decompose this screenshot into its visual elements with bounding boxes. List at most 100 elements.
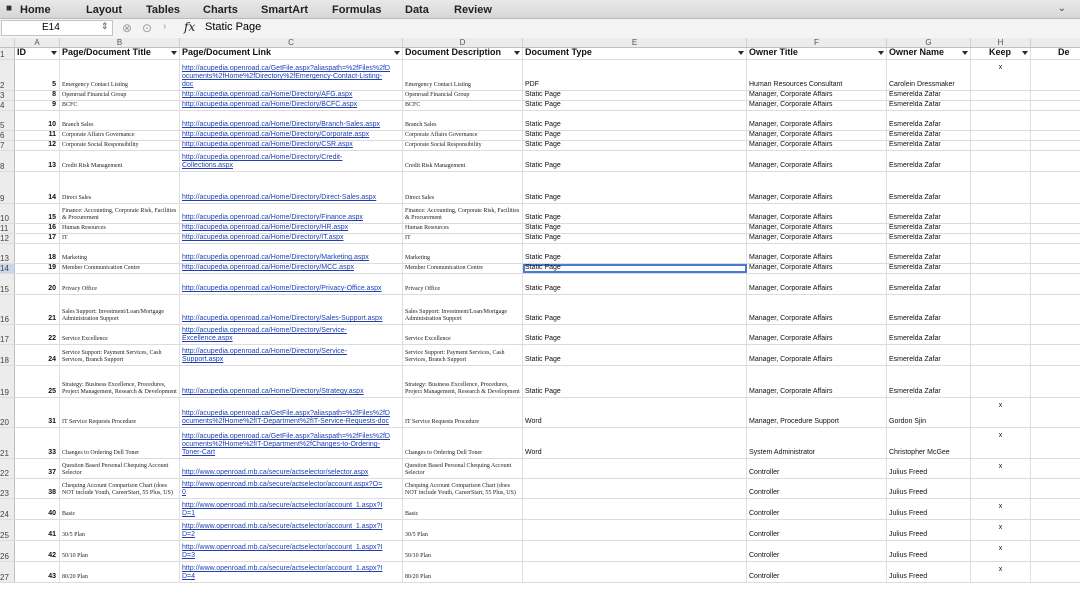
- cell-id[interactable]: 10: [15, 111, 60, 130]
- cell-owner-title[interactable]: Manager, Corporate Affairs: [747, 274, 887, 294]
- cell-description[interactable]: Changes to Ordering Dell Toner: [403, 428, 523, 458]
- cell-overflow[interactable]: [1031, 131, 1080, 140]
- row-number[interactable]: 1: [0, 48, 15, 59]
- cell-description[interactable]: Question Based Personal Chequing Account…: [403, 459, 523, 478]
- cell-owner-name[interactable]: Julius Freed: [887, 479, 971, 498]
- cell-link[interactable]: http://www.openroad.mb.ca/secure/actsele…: [180, 562, 403, 582]
- cell-owner-name[interactable]: Gordon Sjin: [887, 398, 971, 427]
- cell-title[interactable]: Sales Support: Investment/Loan/Mortgage …: [60, 295, 180, 324]
- cell-type[interactable]: Static Page: [523, 172, 747, 203]
- row-number[interactable]: 2: [0, 60, 15, 90]
- header-description[interactable]: Document Description: [403, 48, 523, 59]
- row-number[interactable]: 20: [0, 398, 15, 427]
- cell-type[interactable]: Static Page: [523, 345, 747, 365]
- cell-description[interactable]: Strategy: Business Excellence, Procedure…: [403, 366, 523, 397]
- cell-id[interactable]: 9: [15, 101, 60, 110]
- header-type[interactable]: Document Type: [523, 48, 747, 59]
- formula-input[interactable]: Static Page: [205, 21, 261, 33]
- header-title[interactable]: Page/Document Title: [60, 48, 180, 59]
- cell-title[interactable]: Openroad Financial Group: [60, 91, 180, 100]
- cell-type[interactable]: Static Page: [523, 141, 747, 150]
- cell-owner-name[interactable]: Julius Freed: [887, 562, 971, 582]
- hyperlink[interactable]: http://acupedia.openroad.ca/Home/Directo…: [182, 91, 352, 99]
- hyperlink[interactable]: http://acupedia.openroad.ca/Home/Directo…: [182, 234, 343, 242]
- row-number[interactable]: 5: [0, 111, 15, 130]
- cell-type[interactable]: [523, 520, 747, 540]
- cell-title[interactable]: Branch Sales: [60, 111, 180, 130]
- cell-link[interactable]: http://acupedia.openroad.ca/Home/Directo…: [180, 172, 403, 203]
- cell-owner-name[interactable]: Julius Freed: [887, 459, 971, 478]
- cell-description[interactable]: Human Resources: [403, 224, 523, 233]
- cell-keep[interactable]: x: [971, 428, 1031, 458]
- cell-description[interactable]: IT Service Requests Procedure: [403, 398, 523, 427]
- row-number[interactable]: 26: [0, 541, 15, 561]
- confirm-icon[interactable]: ⊙: [142, 21, 152, 35]
- cell-id[interactable]: 17: [15, 234, 60, 243]
- ribbon-tab-charts[interactable]: Charts: [203, 4, 238, 16]
- row-number[interactable]: 23: [0, 479, 15, 498]
- cell-owner-name[interactable]: Esmerelda Zafar: [887, 325, 971, 344]
- cell-description[interactable]: Corporate Social Responsibility: [403, 141, 523, 150]
- cell-keep[interactable]: x: [971, 60, 1031, 90]
- cell-keep[interactable]: [971, 111, 1031, 130]
- column-header-d[interactable]: D: [403, 38, 523, 47]
- cell-link[interactable]: http://acupedia.openroad.ca/Home/Directo…: [180, 131, 403, 140]
- cell-type[interactable]: [523, 562, 747, 582]
- cell-overflow[interactable]: [1031, 520, 1080, 540]
- cell-link[interactable]: http://acupedia.openroad.ca/Home/Directo…: [180, 151, 403, 171]
- cell-id[interactable]: 24: [15, 345, 60, 365]
- filter-dropdown-icon[interactable]: [51, 51, 57, 55]
- cell-description[interactable]: 30/5 Plan: [403, 520, 523, 540]
- cell-link[interactable]: http://www.openroad.mb.ca/secure/actsele…: [180, 459, 403, 478]
- cell-type[interactable]: Static Page: [523, 151, 747, 171]
- cell-id[interactable]: 11: [15, 131, 60, 140]
- cell-owner-title[interactable]: Controller: [747, 541, 887, 561]
- row-number[interactable]: 10: [0, 204, 15, 223]
- cell-owner-title[interactable]: Manager, Procedure Support: [747, 398, 887, 427]
- cell-owner-title[interactable]: System Administrator: [747, 428, 887, 458]
- cell-owner-title[interactable]: Manager, Corporate Affairs: [747, 234, 887, 243]
- cell-keep[interactable]: [971, 479, 1031, 498]
- cell-link[interactable]: http://acupedia.openroad.ca/Home/Directo…: [180, 325, 403, 344]
- cell-link[interactable]: http://acupedia.openroad.ca/Home/Directo…: [180, 91, 403, 100]
- cell-overflow[interactable]: [1031, 345, 1080, 365]
- cell-overflow[interactable]: [1031, 325, 1080, 344]
- cell-owner-title[interactable]: Manager, Corporate Affairs: [747, 101, 887, 110]
- cell-title[interactable]: Member Communication Centre: [60, 264, 180, 273]
- cell-owner-name[interactable]: Esmerelda Zafar: [887, 234, 971, 243]
- row-number[interactable]: 21: [0, 428, 15, 458]
- cell-overflow[interactable]: [1031, 244, 1080, 263]
- cell-title[interactable]: Corporate Affairs Governance: [60, 131, 180, 140]
- cell-owner-name[interactable]: Esmerelda Zafar: [887, 295, 971, 324]
- filter-dropdown-icon[interactable]: [962, 51, 968, 55]
- cell-overflow[interactable]: [1031, 111, 1080, 130]
- cell-owner-name[interactable]: Esmerelda Zafar: [887, 274, 971, 294]
- row-number[interactable]: 8: [0, 151, 15, 171]
- cell-link[interactable]: http://acupedia.openroad.ca/Home/Directo…: [180, 234, 403, 243]
- cell-link[interactable]: http://acupedia.openroad.ca/Home/Directo…: [180, 141, 403, 150]
- cell-type[interactable]: Static Page: [523, 234, 747, 243]
- cell-type[interactable]: Static Page: [523, 224, 747, 233]
- cell-id[interactable]: 40: [15, 499, 60, 519]
- cell-title[interactable]: Question Based Personal Chequing Account…: [60, 459, 180, 478]
- hyperlink[interactable]: http://www.openroad.mb.ca/secure/actsele…: [182, 481, 382, 497]
- cell-keep[interactable]: x: [971, 499, 1031, 519]
- cell-id[interactable]: 12: [15, 141, 60, 150]
- hyperlink[interactable]: http://acupedia.openroad.ca/Home/Directo…: [182, 348, 347, 364]
- header-id[interactable]: ID: [15, 48, 60, 59]
- cell-description[interactable]: BCFC: [403, 101, 523, 110]
- cell-keep[interactable]: [971, 172, 1031, 203]
- cell-id[interactable]: 5: [15, 60, 60, 90]
- cell-keep[interactable]: [971, 224, 1031, 233]
- cell-description[interactable]: 80/20 Plan: [403, 562, 523, 582]
- cell-owner-title[interactable]: Manager, Corporate Affairs: [747, 244, 887, 263]
- cell-id[interactable]: 13: [15, 151, 60, 171]
- cell-type[interactable]: Static Page: [523, 325, 747, 344]
- cell-type[interactable]: Static Page: [523, 204, 747, 223]
- column-header-e[interactable]: E: [523, 38, 747, 47]
- cell-owner-title[interactable]: Manager, Corporate Affairs: [747, 141, 887, 150]
- cell-overflow[interactable]: [1031, 264, 1080, 273]
- cell-owner-title[interactable]: Manager, Corporate Affairs: [747, 264, 887, 273]
- cell-overflow[interactable]: [1031, 60, 1080, 90]
- cell-link[interactable]: http://www.openroad.mb.ca/secure/actsele…: [180, 520, 403, 540]
